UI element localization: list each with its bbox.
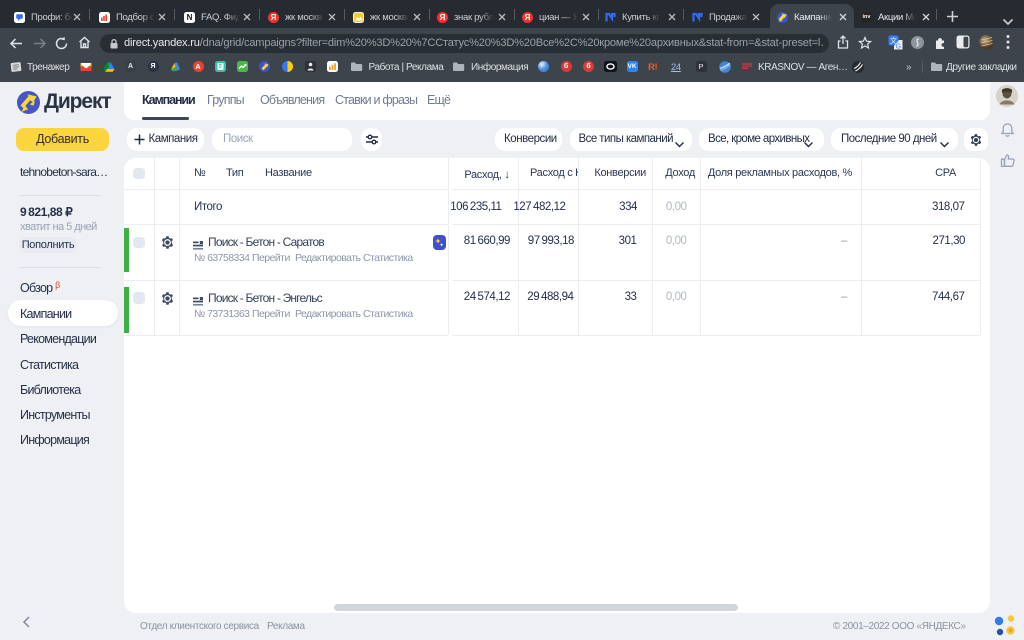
svg-text:G: G [896,43,901,50]
